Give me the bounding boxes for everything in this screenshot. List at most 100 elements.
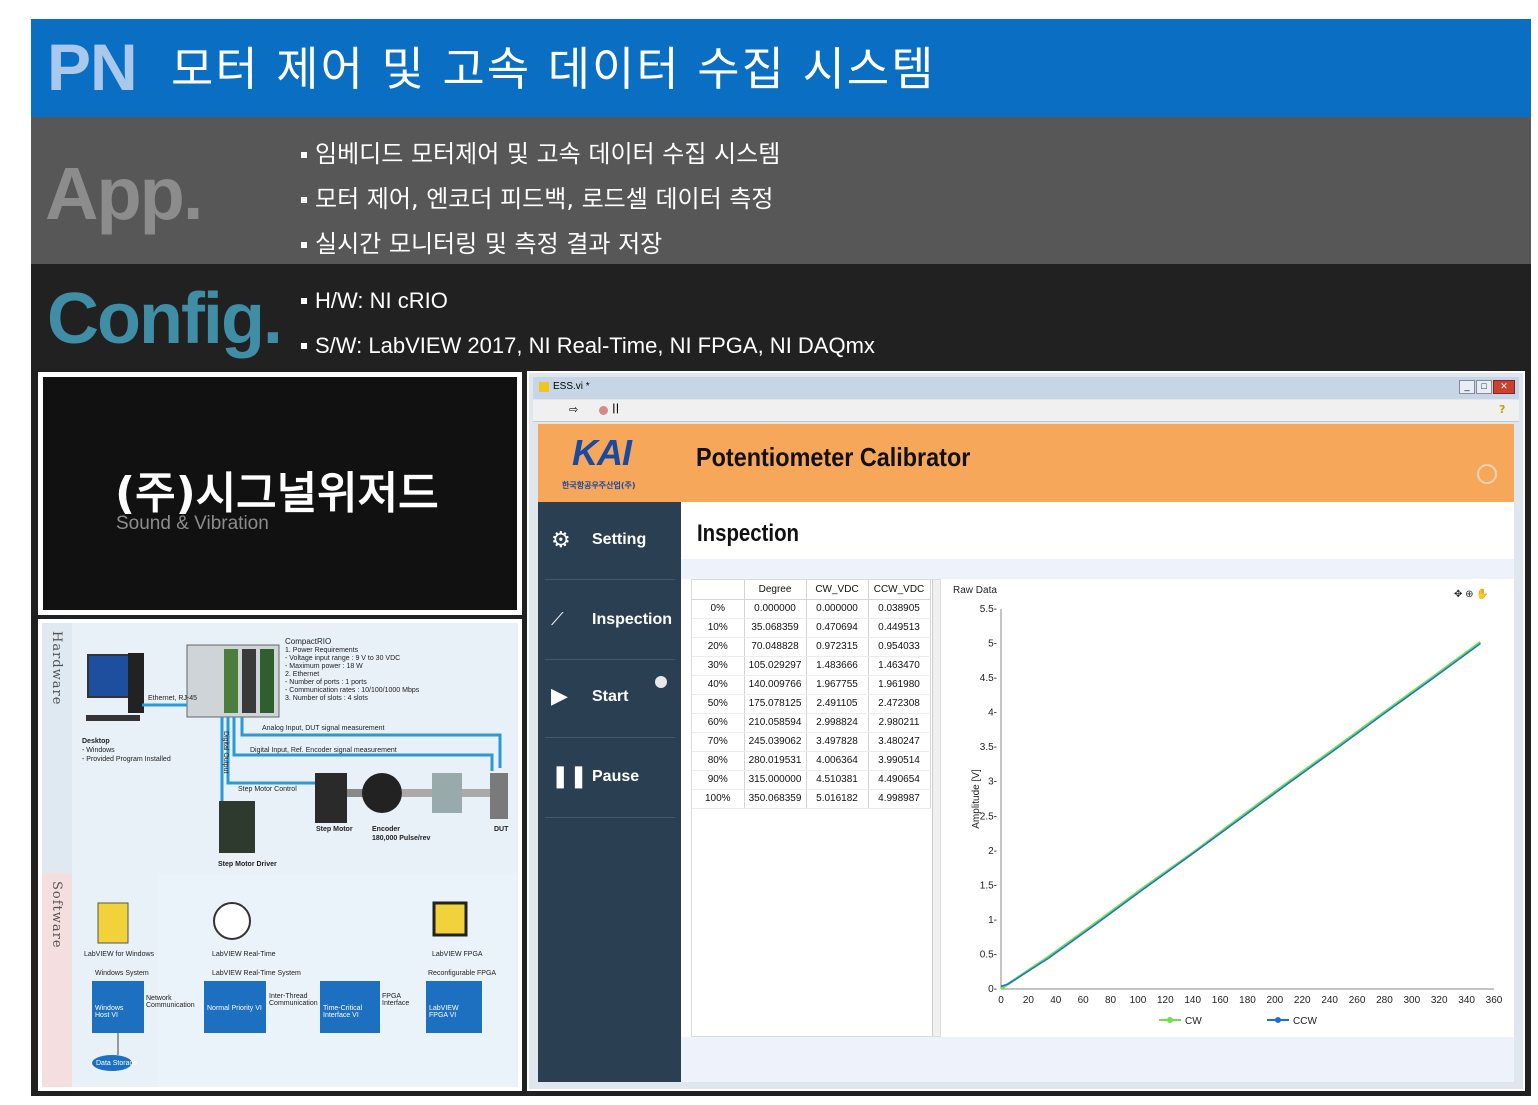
table-cell: 0.954033 — [868, 637, 931, 657]
digital-output-label: Digital Output — [222, 731, 229, 774]
step-motor-driver-icon — [219, 801, 255, 853]
table-cell: 1.967755 — [806, 675, 869, 695]
vi-toolbar: ⇨ || ? — [533, 400, 1519, 422]
table-cell: 40% — [692, 675, 745, 695]
table-cell: 2.472308 — [868, 694, 931, 714]
nav-label: Setting — [592, 531, 647, 548]
encoder-icon — [362, 773, 402, 813]
sw-label: LabVIEW FPGA — [432, 951, 483, 958]
block-label: Normal Priority VI — [207, 1005, 262, 1012]
y-tick-label: 3.5- — [980, 742, 997, 753]
pause-icon[interactable]: || — [612, 403, 619, 414]
x-tick-label: 300 — [1403, 995, 1420, 1006]
table-row: 90% 315.000000 4.510381 4.490654 — [692, 770, 931, 790]
desktop-label: Desktop — [82, 738, 110, 745]
table-cell: 245.039062 — [744, 732, 807, 752]
table-cell: 0.449513 — [868, 618, 931, 638]
results-table: Degree CW_VDC CCW_VDC 0% 0.000000 0.000000… — [692, 580, 931, 809]
table-cell: 210.058594 — [744, 713, 807, 733]
nav-item-inspection[interactable]: ⟋ Inspection — [545, 582, 675, 660]
close-button[interactable]: ✕ — [1493, 380, 1515, 394]
nav-item-start[interactable]: ▶ Start — [545, 660, 675, 738]
coupling-icon — [432, 773, 462, 813]
system-label: Windows System — [95, 970, 149, 977]
analog-input-label: Analog Input, DUT signal measurement — [262, 725, 385, 732]
step-motor-icon — [315, 773, 347, 823]
crio-module-icon — [242, 649, 256, 713]
config-bullet-text: H/W: NI cRIO — [315, 288, 448, 313]
crio-spec: - Maximum power : 18 W — [285, 663, 363, 670]
table-cell: 2.980211 — [868, 713, 931, 733]
table-row: 80% 280.019531 4.006364 3.990514 — [692, 751, 931, 771]
x-tick-label: 100 — [1130, 995, 1147, 1006]
x-tick-label: 160 — [1212, 995, 1229, 1006]
x-tick-label: 60 — [1078, 995, 1090, 1006]
table-header: Degree — [744, 580, 807, 600]
table-row: 70% 245.039062 3.497828 3.480247 — [692, 732, 931, 752]
table-cell: 3.497828 — [806, 732, 869, 752]
desktop-detail: - Provided Program Installed — [82, 756, 171, 763]
abort-icon[interactable] — [599, 406, 608, 415]
link-label: FPGA Interface — [382, 993, 410, 1007]
table-cell: 2.491105 — [806, 694, 869, 714]
app-label: App. — [45, 152, 203, 235]
crio-module-icon — [260, 649, 274, 713]
minimize-button[interactable]: _ — [1459, 380, 1475, 394]
table-cell: 60% — [692, 713, 745, 733]
table-cell: 10% — [692, 618, 745, 638]
table-cell: 0.972315 — [806, 637, 869, 657]
table-cell: 90% — [692, 770, 745, 790]
sw-label: LabVIEW Real-Time — [212, 951, 276, 958]
app-section: App. 임베디드 모터제어 및 고속 데이터 수집 시스템 모터 제어, 엔코… — [31, 117, 1531, 264]
header-bar: PN 모터 제어 및 고속 데이터 수집 시스템 — [31, 19, 1531, 117]
block-label: Windows Host VI — [95, 1005, 124, 1019]
y-tick-label: 5.5- — [980, 604, 997, 615]
crio-spec: - Voltage input range : 9 V to 30 VDC — [285, 655, 401, 662]
table-cell: 280.019531 — [744, 751, 807, 771]
nav-sidebar: ⚙ Setting ⟋ Inspection ▶ Start ❚❚ Pause — [538, 502, 681, 1082]
company-tagline: Sound & Vibration — [116, 513, 269, 534]
step-motor-control-label: Step Motor Control — [238, 786, 297, 793]
y-tick-label: 1.5- — [980, 880, 997, 891]
table-cell: 350.068359 — [744, 789, 807, 809]
y-tick-label: 5- — [988, 639, 997, 650]
table-cell: 4.490654 — [868, 770, 931, 790]
block-label: Time-Critical Interface VI — [323, 1005, 363, 1019]
table-header-row: Degree CW_VDC CCW_VDC — [692, 580, 931, 600]
nav-item-setting[interactable]: ⚙ Setting — [545, 502, 675, 580]
app-bullet-text: 실시간 모니터링 및 측정 결과 저장 — [315, 230, 663, 258]
table-cell: 70.048828 — [744, 637, 807, 657]
help-icon[interactable]: ? — [1499, 403, 1505, 416]
crio-spec: 3. Number of slots : 4 slots — [285, 695, 368, 702]
app-bullet: 임베디드 모터제어 및 고속 데이터 수집 시스템 — [301, 134, 780, 169]
header-prefix: PN — [47, 30, 138, 104]
power-icon[interactable] — [1477, 464, 1497, 484]
table-scrollbar[interactable] — [932, 580, 940, 1036]
x-tick-label: 200 — [1267, 995, 1284, 1006]
y-tick-label: 1- — [988, 915, 997, 926]
crio-title: CompactRIO — [285, 637, 332, 646]
inspection-panel: Inspection Degree CW_VDC CCW_VDC 0% 0.000… — [681, 502, 1514, 1082]
y-tick-label: 2.5- — [980, 811, 997, 822]
table-header: CCW_VDC — [868, 580, 931, 600]
app-bullet-text: 모터 제어, 엔코더 피드백, 로드셀 데이터 측정 — [315, 185, 774, 213]
nav-item-pause[interactable]: ❚❚ Pause — [545, 740, 675, 818]
maximize-button[interactable]: □ — [1476, 380, 1492, 394]
status-led — [655, 676, 667, 688]
app-banner: KAI 한국항공우주산업(주) Potentiometer Calibrator — [538, 424, 1514, 502]
results-table-frame: Degree CW_VDC CCW_VDC 0% 0.000000 0.000000… — [691, 579, 941, 1037]
table-cell: 1.463470 — [868, 656, 931, 676]
table-cell: 35.068359 — [744, 618, 807, 638]
play-icon: ▶ — [551, 684, 568, 709]
legend-marker — [1167, 1017, 1173, 1023]
y-tick-label: 2- — [988, 846, 997, 857]
system-label: LabVIEW Real-Time System — [212, 970, 301, 977]
pause-icon: ❚❚ — [551, 764, 588, 789]
section-title: Inspection — [697, 520, 800, 547]
config-bullet: H/W: NI cRIO — [301, 286, 448, 314]
run-arrow-icon[interactable]: ⇨ — [569, 403, 578, 416]
dut-label: DUT — [494, 826, 509, 833]
keyboard-icon — [86, 715, 140, 721]
crio-module-icon — [224, 649, 238, 713]
nav-label: Inspection — [592, 611, 673, 628]
